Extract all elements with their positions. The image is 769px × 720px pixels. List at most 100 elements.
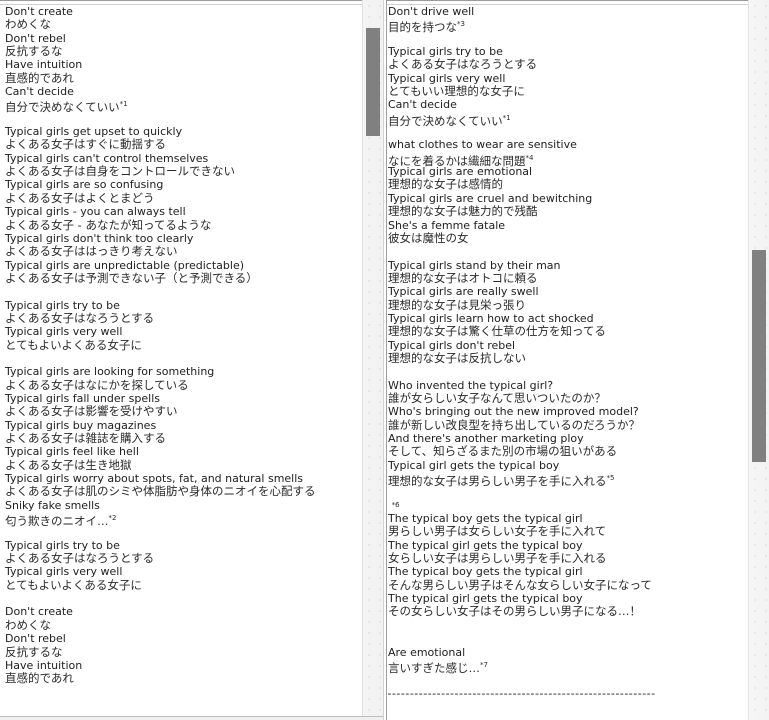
lyric-line: よくある女子はよくとまどう xyxy=(5,191,362,205)
lyric-line-text: Have intuition xyxy=(5,658,83,672)
lyric-line: 自分で決めなくていい*1 xyxy=(388,112,748,128)
lyric-line: Typical girls try to be xyxy=(5,299,362,312)
lyric-line: Typical girls fall under spells xyxy=(5,392,362,405)
lyric-line-text: わめくな xyxy=(5,17,51,32)
lyric-line-text: Typical girls try to be xyxy=(5,538,120,552)
lyric-line: よくある女子はなにかを探している xyxy=(5,378,362,392)
lyric-blank-line xyxy=(5,592,362,605)
lyric-line: Can't decide xyxy=(388,98,748,111)
lyric-line-text: Don't create xyxy=(5,5,73,18)
lyric-line-text: Typical girl gets the typical boy xyxy=(388,458,560,472)
lyric-line-text: Sniky fake smells xyxy=(5,498,100,512)
lyric-line: 理想的な女子は感情的 xyxy=(388,178,748,191)
lyric-line: 目的を持つな*3 xyxy=(388,18,748,35)
lyric-line-text: 理想的な女子は驚く仕草の仕方を知ってる xyxy=(388,324,606,339)
lyric-line-text: よくある女子は生き地獄 xyxy=(5,457,132,472)
lyric-line: Are emotional xyxy=(388,646,748,659)
lyric-line-text: 女らしい女子は男らしい男子を手に入れる xyxy=(388,551,607,566)
lyric-line-text: 直感的であれ xyxy=(5,671,74,686)
lyric-line-text: Don't drive well xyxy=(388,5,475,18)
lyric-line-text: とてもいい理想的な女子に xyxy=(388,84,525,99)
lyric-line: Don't create xyxy=(5,605,362,618)
footnote-marker: *1 xyxy=(119,100,128,109)
lyric-line: Typical girls try to be xyxy=(5,539,362,552)
lyric-line-text: Don't rebel xyxy=(5,31,66,45)
lyric-line-text xyxy=(388,632,392,645)
lyric-line-text: 理想的な女子は男らしい男子を手に入れる xyxy=(388,473,607,488)
pane-divider[interactable] xyxy=(383,0,387,720)
lyric-line: Typical girls - you can always tell xyxy=(5,205,362,218)
lyric-line: とてもいい理想的な女子に xyxy=(388,84,748,99)
lyric-line: よくある女子 - あなたが知ってるような xyxy=(5,218,362,232)
right-pane-scrollbar[interactable] xyxy=(748,0,769,720)
lyric-line-text: Typical girls worry about spots, fat, an… xyxy=(5,472,304,486)
lyric-line: なにを着るかは繊細な問題*4 xyxy=(388,152,748,168)
lyric-line-text: Don't create xyxy=(5,605,73,619)
lyric-line-text: 自分で決めなくていい xyxy=(5,100,120,115)
lyric-line-text: Can't decide xyxy=(5,85,74,99)
lyric-line-text: 言いすぎた感じ… xyxy=(388,660,480,675)
section-separator: ----------------------------------------… xyxy=(383,688,656,701)
lyric-line-text xyxy=(388,365,392,378)
lyric-line: よくある女子は雑誌を購入する xyxy=(5,431,362,445)
lyric-blank-line xyxy=(388,632,748,645)
lyric-line: Typical girls very well xyxy=(5,325,362,338)
lyric-line-text xyxy=(5,285,9,298)
lyric-line-text: 理想的な女子は魅力的で残酷 xyxy=(388,204,538,219)
footnote-marker: *7 xyxy=(480,660,488,669)
lyric-line: わめくな xyxy=(5,18,362,31)
lyric-line-text: Who's bringing out the new improved mode… xyxy=(388,405,639,419)
right-pane-viewport[interactable]: Don't drive well 目的を持つな*3 Typical girls t… xyxy=(383,0,748,720)
lyric-line: 反抗するな xyxy=(5,44,362,59)
lyric-line-text: Typical girls are emotional xyxy=(388,165,533,179)
lyric-line: 彼女は魔性の女 xyxy=(388,230,748,245)
lyric-line: Don't rebel xyxy=(5,32,362,45)
lyric-line-text xyxy=(5,592,9,605)
lyric-line-text xyxy=(388,619,392,632)
lyric-line-text: 彼女は魔性の女 xyxy=(388,230,469,245)
left-pane-viewport[interactable]: Don't create わめくな Don't rebel 反抗するな Have int… xyxy=(0,0,362,720)
footnote-marker: *1 xyxy=(502,113,511,122)
lyric-line-text: Typical girls can't control themselves xyxy=(5,151,209,165)
lyric-line-text xyxy=(5,525,9,538)
lyric-line: よくある女子は影響を受けやすい xyxy=(5,405,362,418)
lyric-line-text: The typical girl gets the typical boy xyxy=(388,592,583,606)
lyric-line: Have intuition xyxy=(5,659,362,672)
lyric-line: そんな男らしい男子はそんな女らしい女子になって xyxy=(388,578,748,592)
lyric-line-text: Typical girls are looking for something xyxy=(5,365,215,379)
lyric-line-text: 目的を持つな xyxy=(388,20,457,35)
lyric-line-text: The typical girl gets the typical boy xyxy=(388,538,583,552)
lyric-line-text: Typical girls get upset to quickly xyxy=(5,125,183,139)
left-pane-scrollbar[interactable] xyxy=(362,0,383,720)
lyric-line-text: よくある女子は雑誌を購入する xyxy=(5,431,166,445)
right-scrollbar-thumb[interactable] xyxy=(752,250,766,462)
lyric-line-text: よくある女子は自身をコントロールできない xyxy=(5,164,235,179)
lyric-line: 女らしい女子は男らしい男子を手に入れる xyxy=(388,551,748,566)
lyric-line: She's a femme fatale xyxy=(388,219,748,232)
lyric-line: そして、知らざるまた別の市場の狙いがある xyxy=(388,445,748,458)
lyric-line: Typical girls stand by their man xyxy=(388,259,748,272)
lyric-line-text: 反抗するな xyxy=(5,44,63,59)
lyric-line-text: Have intuition xyxy=(5,58,83,72)
lyric-line: Don't rebel xyxy=(5,632,362,645)
footnote-marker: *4 xyxy=(525,153,534,162)
lyric-line-text xyxy=(388,485,392,498)
left-pane-top-rule xyxy=(0,0,383,5)
lyric-line: よくある女子はなろうとする xyxy=(388,58,748,71)
left-scrollbar-thumb[interactable] xyxy=(366,28,380,136)
lyric-line-text: And there's another marketing ploy xyxy=(388,432,584,445)
lyric-line: 男らしい男子は女らしい女子を手に入れて xyxy=(388,525,748,538)
lyric-line: とてもよいよくある女子に xyxy=(5,578,362,592)
left-pane: Don't create わめくな Don't rebel 反抗するな Have int… xyxy=(0,0,383,720)
lyric-line: Typical girls are so confusing xyxy=(5,178,362,191)
lyric-line: Typical girls are looking for something xyxy=(5,365,362,378)
lyric-line-text: 理想的な女子は見栄っ張り xyxy=(388,297,526,312)
lyric-line: よくある女子ははっきり考えない xyxy=(5,245,362,258)
lyric-line: Don't create xyxy=(5,5,362,18)
lyric-line: The typical girl gets the typical boy xyxy=(388,539,748,552)
lyric-line: よくある女子は肌のシミや体脂肪や身体のニオイを心配する xyxy=(5,485,362,498)
lyric-line-text: 理想的な女子はオトコに頼る xyxy=(388,270,538,285)
lyric-line-text: Typical girls try to be xyxy=(5,298,120,312)
left-pane-bottom-edge xyxy=(0,716,383,720)
lyric-blank-line xyxy=(5,352,362,365)
